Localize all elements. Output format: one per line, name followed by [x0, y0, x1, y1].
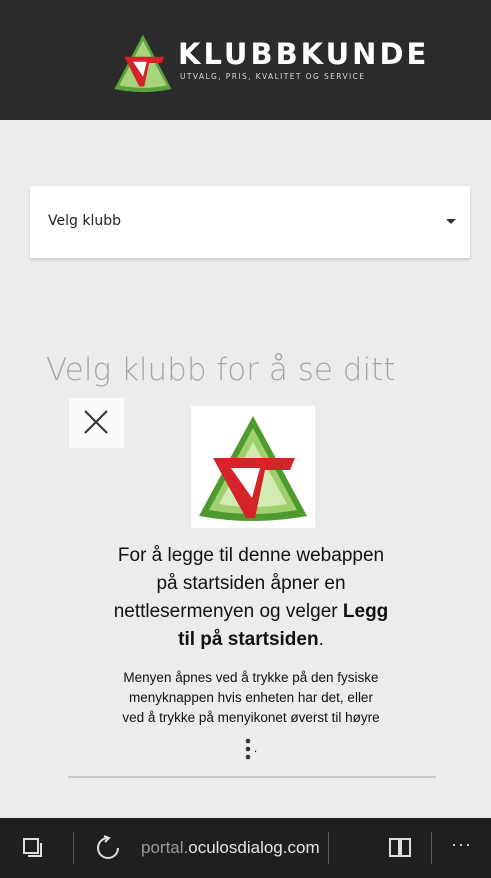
- detail-line-2: menyknappen hvis enheten har det, eller: [129, 690, 373, 705]
- klubbkunde-app-icon: [199, 416, 307, 521]
- prompt-instructions: For å legge til denne webappen på starts…: [76, 542, 426, 654]
- prompt-line-1: For å legge til denne webappen: [117, 545, 385, 566]
- bar-separator: [328, 832, 329, 864]
- app-header: KLUBBKUNDE UTVALG, PRIS, KVALITET OG SER…: [0, 0, 491, 120]
- klubbkunde-logo-icon: [114, 34, 172, 93]
- club-select-label: Velg klubb: [48, 213, 121, 229]
- prompt-detail: Menyen åpnes ved å trykke på den fysiske…: [72, 668, 430, 728]
- prompt-line-2: på startsiden åpner en: [156, 573, 346, 594]
- prompt-line-3: nettlesermenyen og velger: [113, 601, 343, 622]
- bar-separator: [73, 832, 74, 864]
- url-host: oculosdialog.com/: [188, 838, 319, 857]
- prompt-bold-1: Legg: [342, 601, 389, 622]
- kebab-menu-icon: [245, 738, 251, 760]
- more-menu-button[interactable]: ···: [451, 834, 472, 855]
- page-heading: Velg klubb for å se ditt: [46, 352, 396, 388]
- detail-end: .: [253, 741, 258, 756]
- browser-bottom-bar: portal.oculosdialog.com/ ···: [0, 818, 491, 878]
- address-bar[interactable]: portal.oculosdialog.com/: [141, 837, 319, 859]
- reading-view-icon[interactable]: [388, 837, 412, 859]
- close-icon: [84, 410, 108, 434]
- detail-line-3: ved å trykke på menyikonet øverst til hø…: [122, 710, 380, 725]
- kebab-line: .: [62, 738, 440, 760]
- refresh-icon[interactable]: [95, 835, 121, 861]
- prompt-divider: [68, 776, 436, 778]
- prompt-line-4-end: .: [318, 629, 324, 650]
- close-button[interactable]: [69, 398, 124, 448]
- club-select[interactable]: Velg klubb: [30, 186, 470, 258]
- brand-tagline: UTVALG, PRIS, KVALITET OG SERVICE: [180, 72, 366, 81]
- tabs-icon[interactable]: [22, 837, 44, 859]
- add-to-home-prompt: For å legge til denne webappen på starts…: [62, 398, 440, 780]
- detail-line-1: Menyen åpnes ved å trykke på den fysiske: [123, 670, 379, 685]
- url-prefix: portal.: [141, 838, 189, 857]
- app-icon-container: [191, 406, 315, 528]
- caret-down-icon: [446, 219, 456, 224]
- prompt-bold-2: til på startsiden: [178, 629, 319, 650]
- brand-name: KLUBBKUNDE: [178, 37, 430, 71]
- bar-separator: [431, 832, 432, 864]
